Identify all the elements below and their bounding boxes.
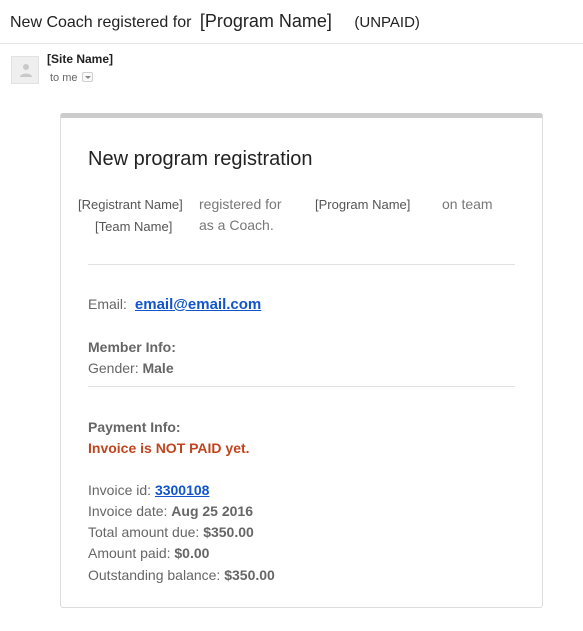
invoice-id-link[interactable]: 3300108 bbox=[155, 482, 210, 498]
subject-status: (UNPAID) bbox=[354, 14, 420, 31]
total-due-value: $350.00 bbox=[203, 524, 254, 540]
recipient-line: to me bbox=[50, 72, 93, 84]
invoice-date-value: Aug 25 2016 bbox=[171, 503, 253, 519]
amount-paid-value: $0.00 bbox=[174, 545, 210, 561]
not-paid-warning: Invoice is NOT PAID yet. bbox=[88, 440, 250, 456]
total-due-label: Total amount due: bbox=[88, 524, 200, 540]
invoice-date-label: Invoice date: bbox=[88, 503, 168, 519]
amount-paid-label: Amount paid: bbox=[88, 545, 171, 561]
outstanding-balance-row: Outstanding balance: $350.00 bbox=[88, 567, 275, 583]
email-row: Email: email@email.com bbox=[88, 296, 261, 313]
email-subject-bar: New Coach registered for [Program Name] … bbox=[0, 0, 583, 44]
subject-program: [Program Name] bbox=[199, 11, 332, 31]
invoice-date-row: Invoice date: Aug 25 2016 bbox=[88, 503, 253, 519]
sender-name[interactable]: [Site Name] bbox=[47, 52, 113, 66]
divider bbox=[88, 386, 515, 387]
team-name: [Team Name] bbox=[95, 219, 173, 234]
registrant-name: [Registrant Name] bbox=[78, 197, 183, 212]
invoice-id-row: Invoice id: 3300108 bbox=[88, 482, 209, 498]
registration-card: New program registration [Registrant Nam… bbox=[60, 113, 543, 608]
amount-paid-row: Amount paid: $0.00 bbox=[88, 545, 209, 561]
email-label: Email: bbox=[88, 296, 127, 312]
sender-avatar[interactable] bbox=[11, 56, 39, 84]
program-name: [Program Name] bbox=[315, 197, 411, 212]
email-link[interactable]: email@email.com bbox=[135, 296, 261, 313]
outstanding-balance-label: Outstanding balance: bbox=[88, 567, 221, 583]
recipient-details-dropdown[interactable] bbox=[81, 72, 93, 82]
member-info-heading: Member Info: bbox=[88, 339, 176, 355]
divider bbox=[88, 264, 515, 265]
email-subject: New Coach registered for [Program Name] … bbox=[10, 11, 420, 32]
person-icon bbox=[20, 64, 32, 77]
gender-value: Male bbox=[142, 360, 174, 376]
total-due-row: Total amount due: $350.00 bbox=[88, 524, 254, 540]
invoice-id-label: Invoice id: bbox=[88, 482, 152, 498]
card-title: New program registration bbox=[88, 148, 313, 170]
as-coach-text: as a Coach. bbox=[199, 217, 274, 233]
outstanding-balance-value: $350.00 bbox=[224, 567, 275, 583]
on-team-text: on team bbox=[442, 196, 493, 212]
subject-title: New Coach registered for bbox=[10, 14, 192, 31]
payment-info-heading: Payment Info: bbox=[88, 419, 181, 435]
gender-row: Gender: Male bbox=[88, 360, 174, 376]
recipient-label: to me bbox=[50, 72, 78, 84]
gender-label: Gender: bbox=[88, 360, 139, 376]
registered-for-text: registered for bbox=[199, 196, 282, 212]
